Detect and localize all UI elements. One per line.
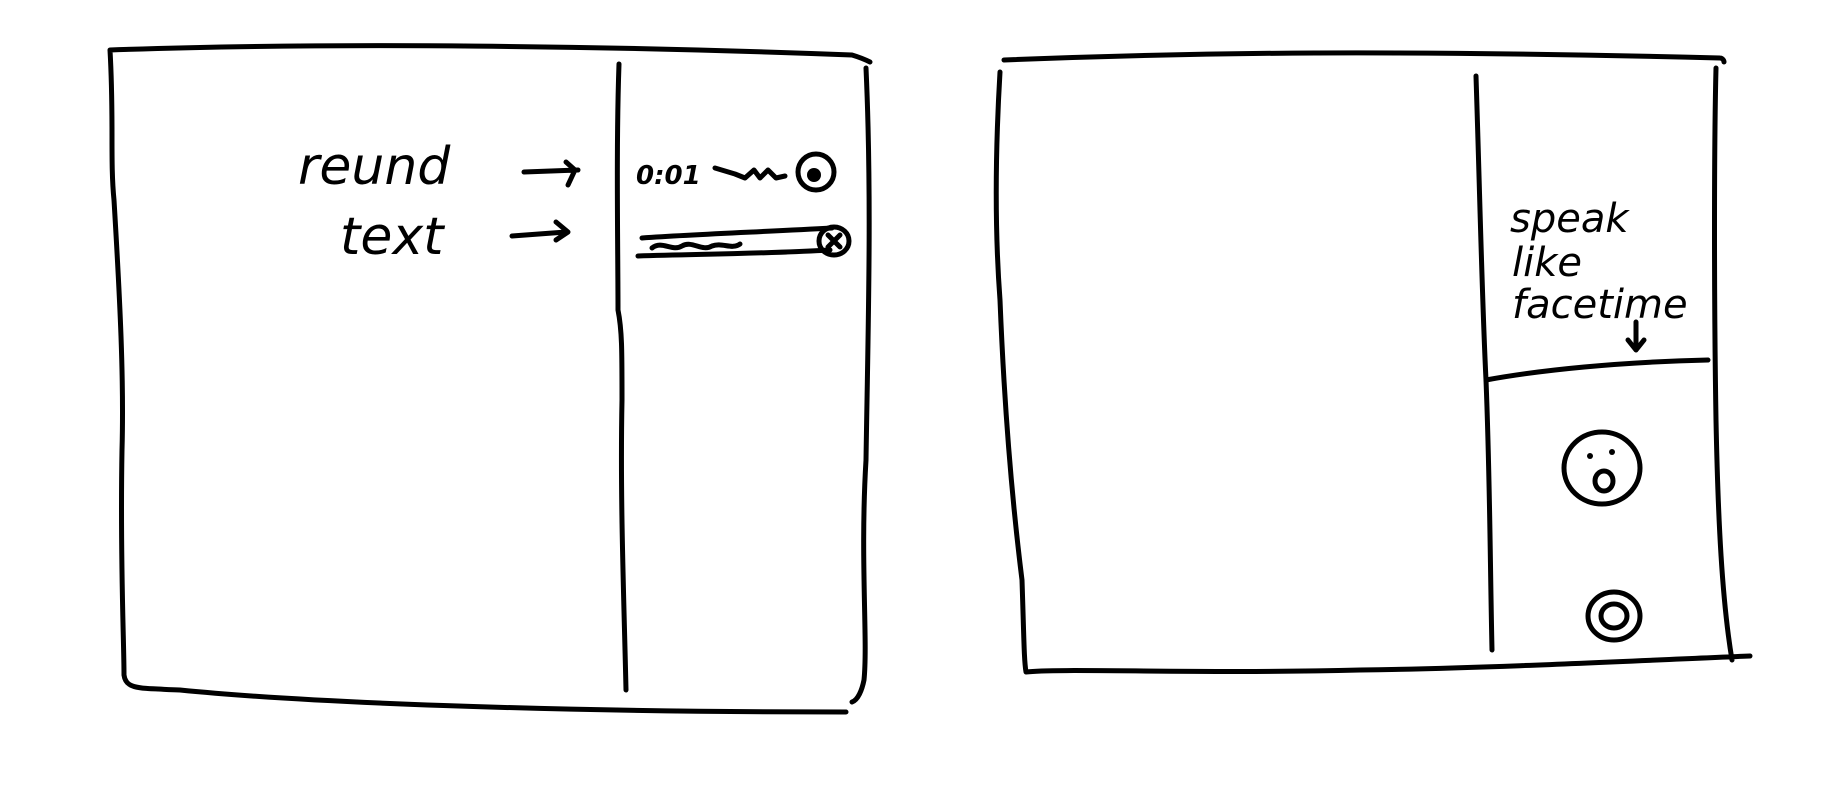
- text-input-scribble: [649, 241, 743, 251]
- sketch-canvas: reund text 0:01 speak like facetime: [107, 43, 1753, 715]
- record-stop-button[interactable]: [795, 151, 837, 193]
- face-mouth: [1592, 468, 1616, 494]
- right-panel-split: [1483, 357, 1711, 383]
- note-line-1: speak: [1510, 196, 1630, 242]
- record-row: 0:01: [636, 151, 837, 193]
- arrow-right-icon: [509, 219, 571, 243]
- waveform-icon: [712, 165, 788, 181]
- note-line-2: like: [1512, 240, 1582, 286]
- call-button[interactable]: [1585, 589, 1643, 643]
- face-avatar: [1561, 429, 1643, 507]
- call-button-icon: [1585, 589, 1643, 643]
- face-eye-right: [1609, 449, 1615, 455]
- left-panel-divider: [614, 61, 629, 693]
- left-frame-outline: [107, 43, 873, 715]
- text-clear-button[interactable]: [816, 224, 852, 258]
- call-button-inner: [1598, 601, 1630, 631]
- text-input-field[interactable]: [635, 225, 835, 259]
- left-wireframe: reund text 0:01: [107, 43, 873, 715]
- text-input-row: [635, 224, 852, 259]
- right-wireframe: speak like facetime: [993, 50, 1753, 675]
- text-label: text: [340, 207, 445, 267]
- record-label: reund: [298, 137, 451, 197]
- arrow-right-icon: [521, 159, 581, 188]
- note-line-3: facetime: [1512, 282, 1688, 328]
- record-timer: 0:01: [636, 161, 701, 191]
- face-eye-left: [1587, 453, 1593, 459]
- right-panel-divider: [1473, 73, 1495, 653]
- speak-like-facetime-note: speak like facetime: [1510, 196, 1688, 353]
- record-stop-icon-dot: [807, 168, 821, 182]
- close-icon-x: [825, 232, 843, 250]
